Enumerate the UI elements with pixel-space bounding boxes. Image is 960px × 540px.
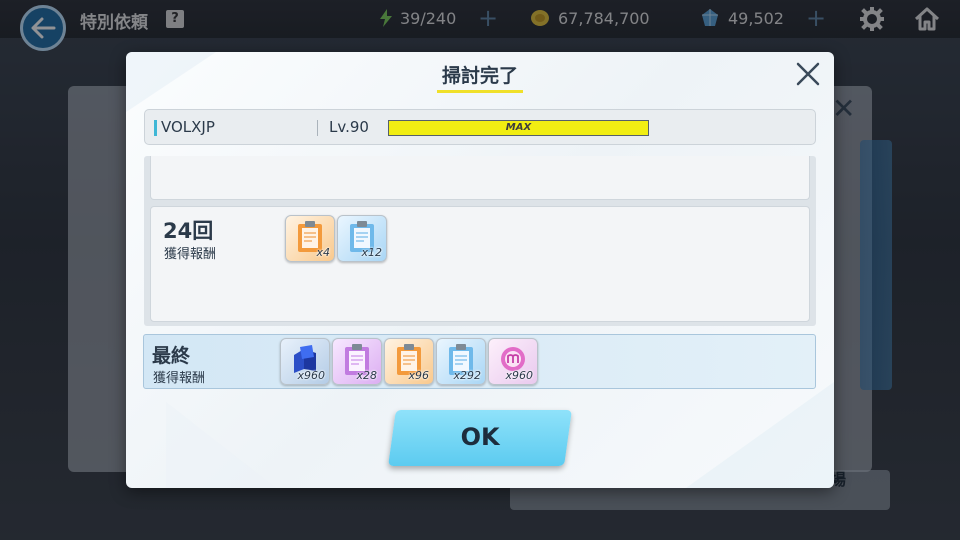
sweep-results-list[interactable]: 24回 獲得報酬 x4 x12 (144, 156, 816, 326)
decor-triangle (686, 382, 834, 488)
dialog-title: 掃討完了 (441, 65, 518, 87)
reward-item[interactable]: x96 (384, 338, 434, 385)
exp-max-label: MAX (505, 122, 532, 133)
reward-quantity: x292 (453, 369, 481, 382)
ok-button-label: OK (460, 423, 500, 451)
run-result-card: 24回 獲得報酬 x4 x12 (150, 206, 810, 322)
run-reward-caption: 獲得報酬 (164, 247, 217, 262)
player-level: Lv.90 (329, 118, 369, 136)
title-underline (437, 90, 523, 93)
divider (317, 120, 318, 136)
reward-item[interactable]: x12 (337, 215, 387, 262)
ok-button[interactable]: OK (388, 410, 572, 466)
final-title: 最終 (152, 345, 191, 367)
reward-item[interactable]: x28 (332, 338, 382, 385)
reward-item[interactable]: x960 (280, 338, 330, 385)
previous-run-card (150, 156, 810, 200)
accent-bar (154, 120, 157, 136)
reward-item[interactable]: x960 (488, 338, 538, 385)
run-count: 24回 (163, 219, 214, 243)
close-icon[interactable] (792, 58, 824, 90)
reward-item[interactable]: x4 (285, 215, 335, 262)
player-name: VOLXJP (161, 118, 215, 136)
reward-quantity: x12 (361, 246, 382, 259)
reward-quantity: x96 (408, 369, 429, 382)
exp-bar: MAX (388, 120, 649, 136)
sweep-complete-dialog: 掃討完了 VOLXJP Lv.90 MAX 24回 獲得報酬 x4 x12 最終… (126, 52, 834, 488)
reward-item[interactable]: x292 (436, 338, 486, 385)
final-reward-caption: 獲得報酬 (153, 371, 206, 386)
reward-quantity: x960 (505, 369, 533, 382)
reward-quantity: x28 (356, 369, 377, 382)
final-rewards-row: 最終 獲得報酬 x960 x28 x96 x292 x960 (143, 334, 816, 389)
player-exp-row: VOLXJP Lv.90 MAX (144, 109, 816, 145)
decor-triangle (166, 402, 276, 488)
reward-quantity: x4 (316, 246, 330, 259)
reward-quantity: x960 (297, 369, 325, 382)
